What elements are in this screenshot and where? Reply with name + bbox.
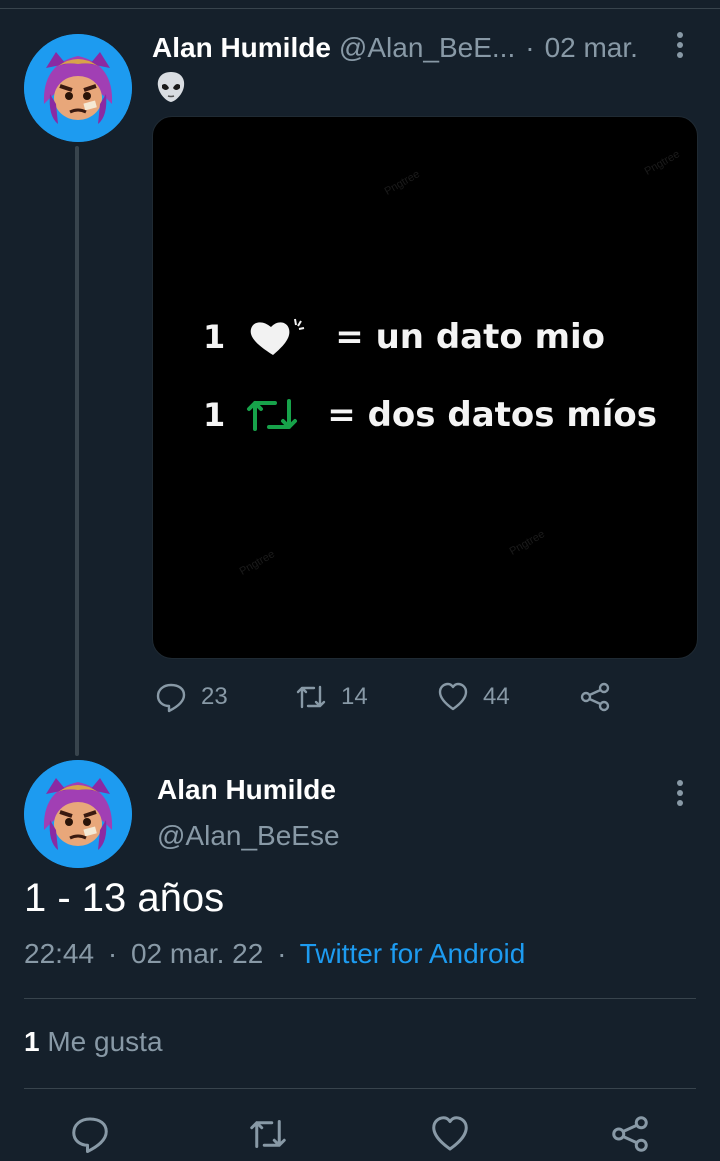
avatar[interactable]: [24, 760, 132, 868]
retweet-icon: [250, 1120, 286, 1148]
watermark-text: Pngtree: [507, 528, 547, 558]
alien-emoji-icon: [154, 70, 188, 104]
watermark-text: Pngtree: [382, 168, 422, 198]
share-icon: [612, 1116, 648, 1152]
reply-count: 23: [201, 683, 228, 710]
source-link[interactable]: Twitter for Android: [300, 938, 526, 969]
author-name[interactable]: Alan Humilde: [157, 774, 336, 806]
separator-dot: ·: [525, 32, 535, 63]
heart-icon: [432, 1116, 468, 1151]
retweet-button[interactable]: 14: [295, 676, 368, 718]
tweet-full-date: 02 mar. 22: [130, 938, 264, 969]
likes-count: 1: [24, 1026, 40, 1057]
media-count: 1: [203, 318, 226, 356]
reply-button[interactable]: 23: [155, 676, 228, 718]
more-options-icon[interactable]: [670, 778, 690, 810]
author-handle[interactable]: @Alan_BeEse: [157, 820, 340, 852]
share-button[interactable]: [579, 676, 625, 718]
tweet-header: Alan Humilde @Alan_BeE... · 02 mar.: [152, 28, 702, 68]
heart-icon: [438, 682, 468, 711]
avatar-character-icon: [24, 760, 132, 868]
top-divider: [0, 8, 720, 9]
likes-summary[interactable]: 1 Me gusta: [24, 1026, 163, 1058]
divider: [24, 998, 696, 999]
share-icon: [580, 682, 610, 712]
watermark-text: Pngtree: [237, 548, 277, 578]
white-heart-icon: [243, 315, 313, 359]
author-handle[interactable]: @Alan_BeE...: [339, 32, 515, 64]
like-count: 44: [483, 683, 510, 710]
tweet-time: 22:44: [24, 938, 95, 969]
avatar[interactable]: [24, 34, 132, 142]
separator-dot: ·: [107, 938, 118, 969]
media-text-line2: = dos datos míos: [327, 395, 658, 435]
author-name[interactable]: Alan Humilde: [152, 32, 331, 64]
tweet-action-bar: 23 14 44: [155, 676, 625, 718]
retweet-count: 14: [341, 683, 368, 710]
tweet-meta: 22:44 · 02 mar. 22 · Twitter for Android: [24, 938, 525, 970]
tweet-text: 1 - 13 años: [24, 876, 225, 920]
retweet-button[interactable]: [248, 1114, 292, 1158]
likes-label: Me gusta: [47, 1026, 163, 1057]
reply-icon: [156, 683, 186, 713]
watermark-text: Pngtree: [642, 148, 682, 178]
reply-button[interactable]: [70, 1114, 114, 1158]
avatar-character-icon: [24, 34, 132, 142]
green-retweet-icon: [245, 395, 301, 435]
share-button[interactable]: [610, 1114, 654, 1158]
reply-icon: [72, 1117, 108, 1153]
tweet-date[interactable]: 02 mar.: [545, 32, 638, 64]
media-count: 1: [203, 396, 226, 434]
media-line-heart: 1 = un dato mio: [203, 315, 605, 359]
like-button[interactable]: 44: [437, 676, 510, 718]
divider: [24, 1088, 696, 1089]
tweet-media-image[interactable]: Pngtree Pngtree Pngtree Pngtree 1 = un d…: [152, 116, 698, 659]
like-button[interactable]: [430, 1114, 474, 1158]
thread-connector-line: [75, 146, 79, 756]
more-options-icon[interactable]: [670, 30, 690, 62]
retweet-icon: [296, 685, 326, 709]
media-text-line1: = un dato mio: [335, 317, 606, 357]
media-line-retweet: 1 = dos datos míos: [203, 395, 657, 435]
detail-action-bar: [0, 1114, 720, 1158]
separator-dot: ·: [277, 938, 287, 969]
